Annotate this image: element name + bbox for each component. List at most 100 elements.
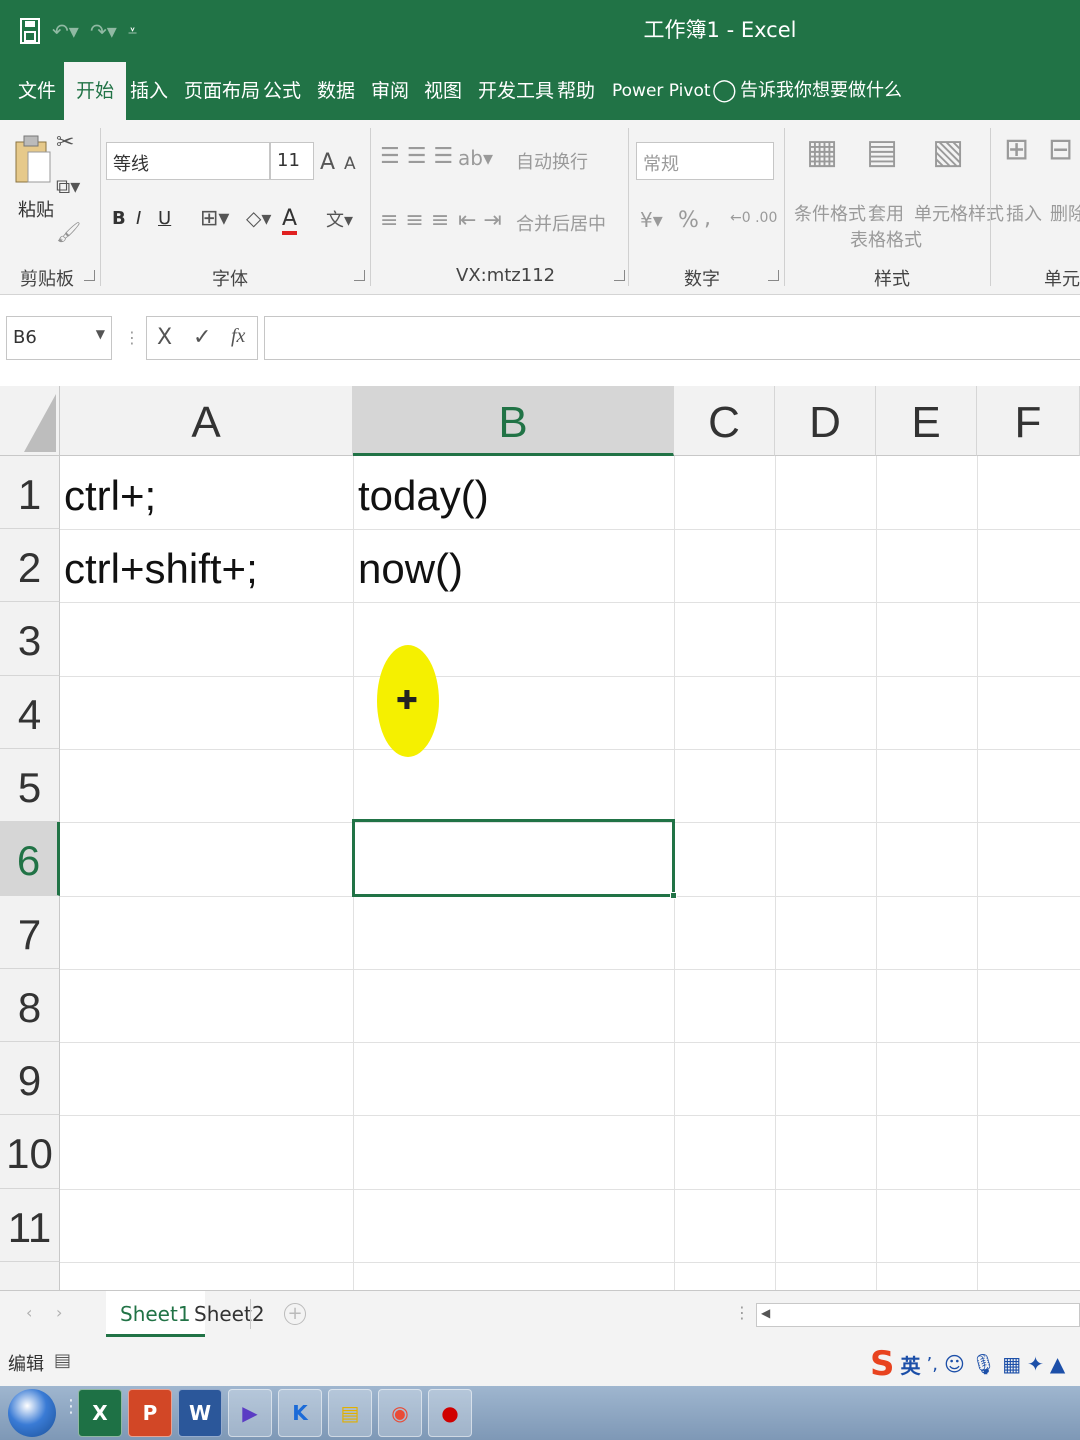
- row-header-6[interactable]: 6: [0, 822, 60, 896]
- ime-language[interactable]: 英: [901, 1350, 921, 1379]
- taskbar-word-icon[interactable]: W: [178, 1389, 222, 1437]
- row-header-10[interactable]: 10: [0, 1115, 60, 1189]
- currency-icon[interactable]: ¥▾: [640, 208, 663, 232]
- chevron-down-icon[interactable]: ▼: [96, 327, 105, 341]
- taskbar-app-k-icon[interactable]: K: [278, 1389, 322, 1437]
- border-icon[interactable]: ⊞▾: [200, 206, 229, 231]
- tab-power-pivot[interactable]: Power Pivot: [612, 62, 711, 120]
- wrap-text-button[interactable]: 自动换行: [516, 148, 588, 174]
- ime-emoji-icon[interactable]: ☺: [944, 1352, 965, 1376]
- next-sheet-icon[interactable]: ›: [56, 1303, 62, 1322]
- ime-punct-icon[interactable]: ’,: [927, 1354, 938, 1375]
- comma-button[interactable]: ,: [704, 206, 711, 231]
- scroll-left-icon[interactable]: ◀: [761, 1306, 770, 1320]
- tab-file[interactable]: 文件: [18, 62, 56, 120]
- row-header-7[interactable]: 7: [0, 896, 60, 969]
- italic-button[interactable]: I: [136, 208, 141, 229]
- column-header-c[interactable]: C: [674, 386, 775, 456]
- taskbar-recorder-icon[interactable]: ●: [428, 1389, 472, 1437]
- shrink-font-button[interactable]: A: [344, 154, 356, 174]
- tab-formulas[interactable]: 公式: [263, 62, 301, 120]
- column-header-f[interactable]: F: [977, 386, 1080, 456]
- grow-font-button[interactable]: A: [320, 150, 335, 175]
- taskbar-excel-icon[interactable]: X: [78, 1389, 122, 1437]
- font-launcher-icon[interactable]: [354, 270, 365, 281]
- cell-b2[interactable]: now(): [358, 545, 463, 593]
- horizontal-scrollbar[interactable]: ◀: [756, 1303, 1080, 1327]
- tab-help[interactable]: 帮助: [557, 62, 595, 120]
- formula-input[interactable]: [264, 316, 1080, 360]
- column-header-a[interactable]: A: [60, 386, 353, 456]
- column-header-d[interactable]: D: [775, 386, 876, 456]
- cell-a1[interactable]: ctrl+;: [64, 472, 156, 520]
- sheet-tab-sheet2[interactable]: Sheet2: [180, 1291, 279, 1337]
- tab-page-layout[interactable]: 页面布局: [184, 62, 260, 120]
- column-header-e[interactable]: E: [876, 386, 977, 456]
- taskbar-player-icon[interactable]: ▶: [228, 1389, 272, 1437]
- taskbar-explorer-icon[interactable]: ▤: [328, 1389, 372, 1437]
- insert-cells-icon[interactable]: ⊞: [1004, 132, 1029, 167]
- conditional-format-button[interactable]: 条件格式: [794, 200, 866, 226]
- cancel-button[interactable]: X: [157, 325, 172, 350]
- format-table-icon[interactable]: ▤: [866, 132, 898, 172]
- delete-cells-button[interactable]: 删除: [1050, 200, 1080, 226]
- underline-button[interactable]: U: [158, 208, 171, 229]
- copy-icon[interactable]: ⧉▾: [56, 174, 80, 198]
- row-header-11[interactable]: 11: [0, 1189, 60, 1262]
- orientation-icon[interactable]: ab▾: [458, 146, 493, 170]
- alignment-launcher-icon[interactable]: [614, 270, 625, 281]
- tell-me-search[interactable]: 告诉我你想要做什么: [740, 62, 902, 120]
- tab-data[interactable]: 数据: [317, 62, 355, 120]
- row-header-1[interactable]: 1: [0, 456, 60, 529]
- bold-button[interactable]: B: [112, 208, 126, 229]
- clipboard-launcher-icon[interactable]: [84, 270, 95, 281]
- format-painter-icon[interactable]: 🖌: [56, 220, 81, 244]
- tab-review[interactable]: 审阅: [371, 62, 409, 120]
- row-header-9[interactable]: 9: [0, 1042, 60, 1115]
- tab-insert[interactable]: 插入: [130, 62, 168, 120]
- tab-view[interactable]: 视图: [424, 62, 462, 120]
- insert-cells-button[interactable]: 插入: [1006, 200, 1042, 226]
- active-cell-b6[interactable]: [352, 819, 675, 897]
- ime-tools-icon[interactable]: ✦: [1027, 1352, 1044, 1376]
- taskbar-powerpoint-icon[interactable]: P: [128, 1389, 172, 1437]
- row-header-8[interactable]: 8: [0, 969, 60, 1042]
- font-size-combo[interactable]: 11: [270, 142, 314, 180]
- insert-function-button[interactable]: fx: [231, 325, 245, 348]
- tab-developer[interactable]: 开发工具: [478, 62, 554, 120]
- delete-cells-icon[interactable]: ⊟: [1048, 132, 1073, 167]
- font-name-combo[interactable]: 等线: [106, 142, 270, 180]
- row-header-5[interactable]: 5: [0, 749, 60, 822]
- row-header-4[interactable]: 4: [0, 676, 60, 749]
- macro-record-icon[interactable]: ▤: [54, 1350, 71, 1371]
- fill-color-icon[interactable]: ◇▾: [246, 206, 271, 230]
- row-header-2[interactable]: 2: [0, 529, 60, 602]
- left-align-icon[interactable]: ≡ ≡ ≡: [380, 208, 449, 233]
- top-align-icon[interactable]: ☰ ☰ ☰: [380, 144, 453, 169]
- cell-styles-icon[interactable]: ▧: [932, 132, 964, 172]
- cell-b1[interactable]: today(): [358, 472, 489, 520]
- prev-sheet-icon[interactable]: ‹: [26, 1303, 32, 1322]
- taskbar-chrome-icon[interactable]: ◉: [378, 1389, 422, 1437]
- conditional-format-icon[interactable]: ▦: [806, 132, 838, 172]
- column-header-b[interactable]: B: [353, 386, 674, 456]
- cell-a2[interactable]: ctrl+shift+;: [64, 545, 258, 593]
- format-table-button[interactable]: 套用: [868, 200, 904, 226]
- row-header-12[interactable]: [0, 1262, 60, 1290]
- phonetic-icon[interactable]: 文▾: [326, 206, 353, 232]
- select-all-button[interactable]: [0, 386, 60, 456]
- percent-button[interactable]: %: [678, 208, 699, 233]
- tab-home[interactable]: 开始: [64, 62, 127, 120]
- worksheet-grid[interactable]: A B C D E F 1 2 3 4 5 6 7 8 9 10 11 ctrl…: [0, 386, 1080, 1290]
- font-color-button[interactable]: A: [282, 206, 298, 235]
- fill-handle[interactable]: [670, 892, 677, 899]
- cut-icon[interactable]: ✂: [56, 130, 74, 155]
- paste-label[interactable]: 粘贴: [18, 196, 54, 222]
- format-table-label[interactable]: 表格格式: [850, 226, 922, 252]
- start-button-icon[interactable]: [8, 1389, 56, 1437]
- paste-icon[interactable]: [14, 134, 52, 191]
- number-format-combo[interactable]: 常规: [636, 142, 774, 180]
- row-header-3[interactable]: 3: [0, 602, 60, 676]
- enter-button[interactable]: ✓: [193, 325, 211, 350]
- ime-voice-icon[interactable]: 🎙: [971, 1352, 996, 1376]
